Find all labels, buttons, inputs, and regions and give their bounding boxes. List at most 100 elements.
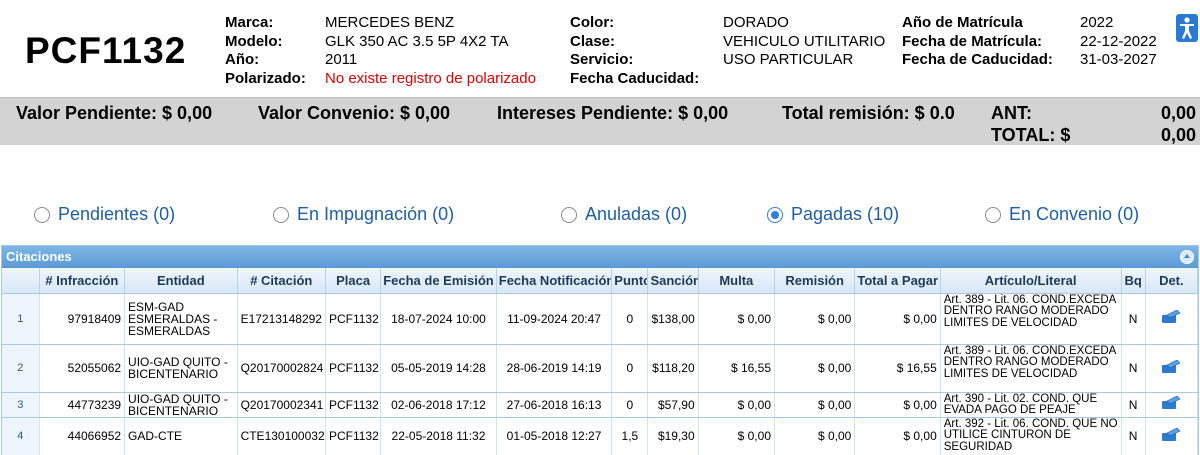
info-row-modelo: Modelo: GLK 350 AC 3.5 5P 4X2 TA — [225, 33, 536, 52]
col-header-sancion[interactable]: Sanción — [647, 268, 699, 294]
ant-label: ANT: — [991, 103, 1032, 123]
vehicle-info-column-2: Color: DORADO Clase: VEHICULO UTILITARIO S… — [570, 14, 885, 88]
cell-remision: $ 0,00 — [774, 293, 856, 345]
edit-icon[interactable] — [1161, 427, 1181, 442]
col-header-multa[interactable]: Multa — [698, 268, 776, 294]
cell-detalle — [1145, 344, 1198, 393]
cell-placa: PCF1132 — [325, 392, 382, 418]
row-number: 3 — [2, 392, 40, 418]
info-value: 2011 — [325, 51, 358, 68]
info-label: Año: — [225, 51, 260, 68]
collapse-icon[interactable] — [1180, 250, 1194, 264]
info-row-servicio: Servicio: USO PARTICULAR — [570, 51, 885, 70]
table-header-row: # Infracción Entidad # Citación Placa Fe… — [2, 268, 1198, 294]
table-row[interactable]: 2 52055062 UIO-GAD QUITO - BICENTENARIO … — [2, 344, 1198, 393]
edit-icon[interactable] — [1161, 359, 1181, 374]
radio-button[interactable] — [34, 206, 50, 223]
filter-en-impugnacion[interactable]: En Impugnación (0) — [273, 204, 454, 225]
cell-sancion: $138,00 — [647, 293, 699, 345]
cell-articulo: Art. 389 - Lit. 06. COND.EXCEDA DENTRO R… — [940, 293, 1122, 345]
filter-label: Pagadas (10) — [791, 204, 900, 224]
radio-button-selected[interactable] — [767, 206, 783, 223]
col-header-citacion[interactable]: # Citación — [237, 268, 326, 294]
col-header-infraccion[interactable]: # Infracción — [39, 268, 126, 294]
citaciones-table: # Infracción Entidad # Citación Placa Fe… — [2, 268, 1198, 455]
info-value: MERCEDES BENZ — [325, 14, 455, 31]
cell-sancion: $19,30 — [647, 417, 699, 455]
cell-fecha-notificacion: 11-09-2024 20:47 — [496, 293, 613, 345]
cell-citacion: Q20170002341 — [237, 392, 326, 418]
cell-total: $ 0,00 — [854, 417, 941, 455]
col-header-rownum — [2, 268, 40, 294]
radio-button[interactable] — [985, 206, 1001, 223]
col-header-articulo[interactable]: Artículo/Literal — [940, 268, 1122, 294]
row-number: 2 — [2, 344, 40, 393]
cell-bq: N — [1121, 344, 1146, 393]
cell-entidad: UIO-GAD QUITO - BICENTENARIO — [124, 344, 238, 393]
filter-pagadas[interactable]: Pagadas (10) — [767, 204, 899, 225]
cell-placa: PCF1132 — [325, 344, 382, 393]
cell-multa: $ 0,00 — [698, 417, 776, 455]
table-row[interactable]: 4 44066952 GAD-CTE CTE130100032 PCF1132 … — [2, 417, 1198, 455]
info-row-fecha-caducidad-matricula: Fecha de Caducidad: 31-03-2027 — [902, 51, 1157, 70]
info-value: 31-03-2027 — [1080, 51, 1157, 68]
accessibility-icon[interactable] — [1176, 14, 1198, 42]
filter-en-convenio[interactable]: En Convenio (0) — [985, 204, 1139, 225]
cell-detalle — [1145, 293, 1198, 345]
col-header-placa[interactable]: Placa — [325, 268, 382, 294]
citaciones-grid: Citaciones # Infracción Entidad # Citaci… — [1, 245, 1199, 455]
cell-bq: N — [1121, 392, 1146, 418]
col-header-fecha-notificacion[interactable]: Fecha Notificación — [496, 268, 613, 294]
col-header-remision[interactable]: Remisión — [774, 268, 856, 294]
col-header-bq[interactable]: Bq — [1121, 268, 1146, 294]
row-number: 4 — [2, 417, 40, 455]
cell-total: $ 16,55 — [854, 344, 941, 393]
radio-button[interactable] — [561, 206, 577, 223]
cell-bq: N — [1121, 417, 1146, 455]
info-label: Color: — [570, 14, 615, 31]
cell-fecha-emision: 02-06-2018 17:12 — [380, 392, 497, 418]
col-header-entidad[interactable]: Entidad — [124, 268, 238, 294]
col-header-total[interactable]: Total a Pagar — [854, 268, 941, 294]
table-row[interactable]: 1 97918409 ESM-GAD ESMERALDAS - ESMERALD… — [2, 293, 1198, 345]
cell-articulo: Art. 390 - Lit. 02. COND. QUE EVADA PAGO… — [940, 392, 1122, 418]
info-row-anio: Año: 2011 — [225, 51, 536, 70]
ant-value: 0,00 — [1160, 103, 1196, 123]
cell-remision: $ 0,00 — [774, 417, 856, 455]
cell-entidad: UIO-GAD QUITO - BICENTENARIO — [124, 392, 238, 418]
filter-anuladas[interactable]: Anuladas (0) — [561, 204, 687, 225]
cell-total: $ 0,00 — [854, 392, 941, 418]
info-value: USO PARTICULAR — [723, 51, 854, 68]
cell-total: $ 0,00 — [854, 293, 941, 345]
filter-label: En Convenio (0) — [1009, 204, 1140, 224]
info-row-anio-matricula: Año de Matrícula 2022 — [902, 14, 1157, 33]
valor-convenio: Valor Convenio: $ 0,00 — [258, 103, 451, 123]
info-value: VEHICULO UTILITARIO — [723, 32, 886, 50]
filter-label: Pendientes (0) — [58, 204, 176, 224]
cell-puntos: 0 — [611, 293, 649, 345]
edit-icon[interactable] — [1161, 310, 1181, 324]
info-value: No existe registro de polarizado — [325, 69, 536, 87]
filter-pendientes[interactable]: Pendientes (0) — [34, 204, 175, 225]
col-header-fecha-emision[interactable]: Fecha de Emisión — [380, 268, 497, 294]
edit-icon[interactable] — [1161, 396, 1181, 410]
info-label: Fecha de Matrícula: — [902, 32, 1043, 50]
cell-puntos: 0 — [611, 392, 649, 418]
cell-citacion: Q20170002824 — [237, 344, 326, 393]
vehicle-plate: PCF1132 — [25, 30, 187, 71]
col-header-puntos[interactable]: Puntos — [611, 268, 649, 294]
radio-button[interactable] — [273, 206, 289, 223]
cell-remision: $ 0,00 — [774, 392, 856, 418]
cell-fecha-emision: 18-07-2024 10:00 — [380, 293, 497, 345]
cell-fecha-emision: 05-05-2019 14:28 — [380, 344, 497, 393]
info-label: Servicio: — [570, 51, 634, 68]
total-label: TOTAL: $ — [991, 125, 1071, 145]
cell-fecha-notificacion: 01-05-2018 12:27 — [496, 417, 613, 455]
col-header-detalle[interactable]: Det. — [1145, 268, 1198, 294]
cell-sancion: $118,20 — [647, 344, 699, 393]
cell-detalle — [1145, 392, 1198, 418]
info-row-marca: Marca: MERCEDES BENZ — [225, 14, 536, 33]
grid-title: Citaciones — [6, 249, 72, 264]
status-filter-group: Pendientes (0) En Impugnación (0) Anulad… — [0, 204, 1200, 226]
table-row[interactable]: 3 44773239 UIO-GAD QUITO - BICENTENARIO … — [2, 392, 1198, 418]
